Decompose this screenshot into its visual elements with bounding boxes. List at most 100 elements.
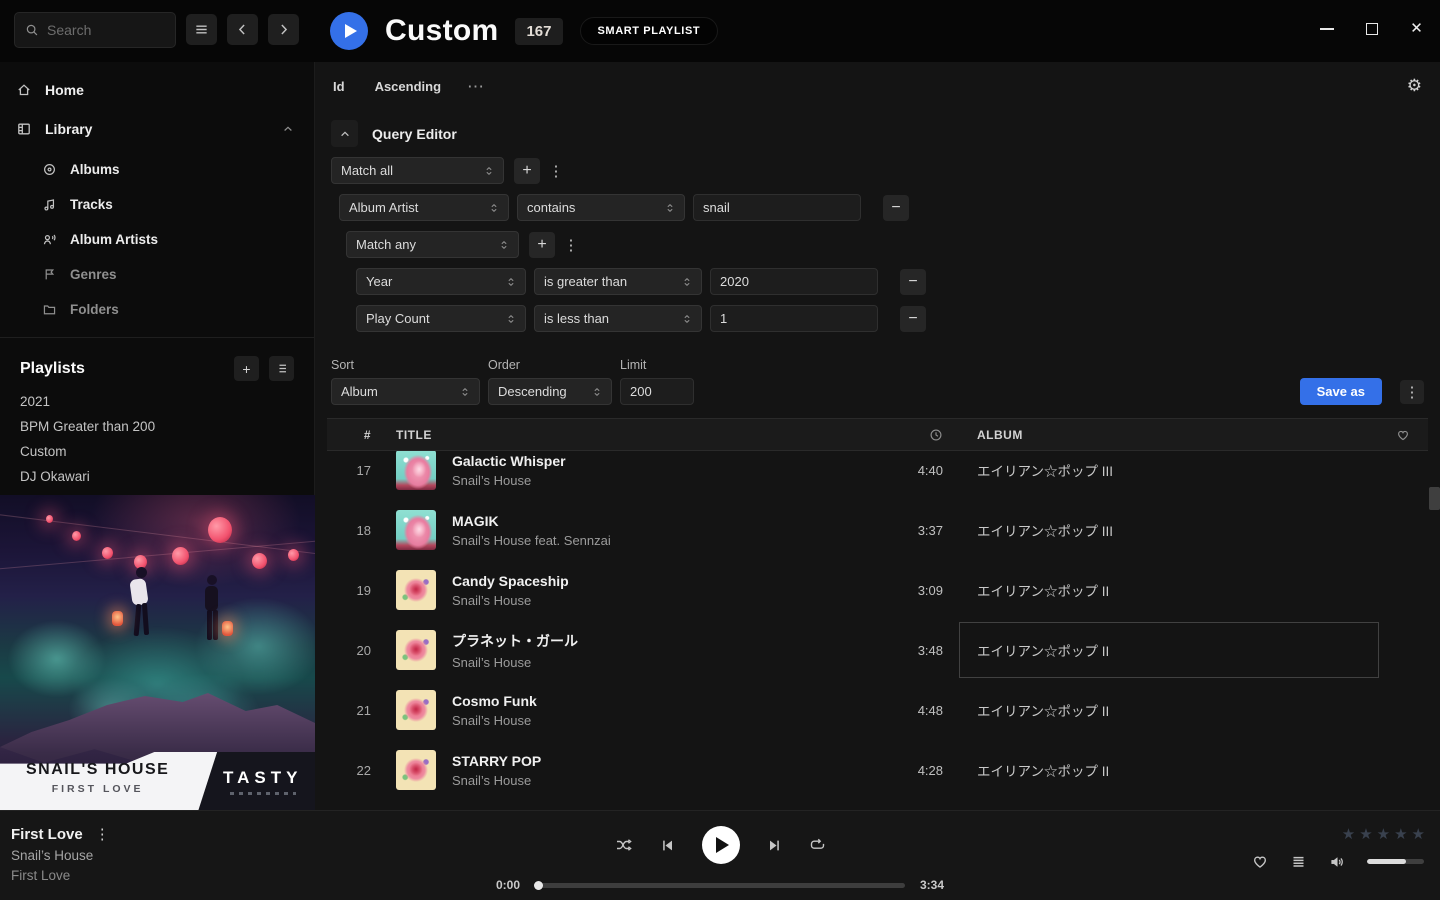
nav-back-button[interactable]: [227, 14, 258, 45]
playlist-item[interactable]: 2021: [0, 389, 314, 414]
menu-button[interactable]: [186, 14, 217, 45]
remove-rule-button[interactable]: −: [900, 306, 926, 332]
add-playlist-button[interactable]: +: [234, 356, 259, 381]
track-artist[interactable]: Snail’s House: [452, 473, 566, 488]
select-caret-icon: [682, 276, 692, 288]
sort-field-button[interactable]: Id: [333, 79, 345, 94]
playlist-list-button[interactable]: [269, 356, 294, 381]
more-options-button[interactable]: ⋯: [467, 78, 484, 95]
track-row[interactable]: 20 プラネット・ガール Snail’s House 3:48 エイリアン☆ポッ…: [327, 620, 1428, 680]
track-artist[interactable]: Snail’s House: [452, 773, 541, 788]
queue-button[interactable]: [1290, 854, 1307, 870]
play-playlist-button[interactable]: [330, 12, 368, 50]
rule-value-input[interactable]: [710, 305, 878, 332]
kebab-icon: ⋮: [1405, 383, 1420, 401]
track-title: MAGIK: [452, 513, 611, 529]
track-row[interactable]: 18 MAGIK Snail’s House feat. Sennzai 3:3…: [327, 500, 1428, 560]
column-header-title[interactable]: TITLE: [379, 428, 889, 442]
rule-operator-select[interactable]: is greater than: [534, 268, 702, 295]
match-type-select[interactable]: Match all: [331, 157, 504, 184]
column-header-favorite[interactable]: [1379, 428, 1427, 442]
track-artist[interactable]: Snail’s House: [452, 593, 569, 608]
track-artist[interactable]: Snail’s House: [452, 655, 578, 670]
group-menu-button[interactable]: ⋮: [548, 162, 564, 180]
volume-icon[interactable]: [1328, 854, 1346, 870]
volume-slider[interactable]: [1367, 859, 1424, 864]
save-as-button[interactable]: Save as: [1300, 378, 1382, 405]
now-playing-menu-button[interactable]: ⋮: [95, 825, 110, 843]
search-box[interactable]: [14, 12, 176, 48]
column-header-album[interactable]: ALBUM: [959, 428, 1379, 442]
close-button[interactable]: ✕: [1409, 21, 1424, 36]
rule-operator-select[interactable]: contains: [517, 194, 685, 221]
sidebar-item-folders[interactable]: Folders: [0, 292, 314, 327]
player-controls: 0:00 3:34: [400, 811, 1040, 900]
track-album-focused-cell[interactable]: エイリアン☆ポップ II: [959, 622, 1379, 678]
track-album[interactable]: エイリアン☆ポップ II: [959, 562, 1379, 618]
remove-rule-button[interactable]: −: [883, 195, 909, 221]
track-album[interactable]: エイリアン☆ポップ III: [959, 502, 1379, 558]
column-header-index[interactable]: #: [327, 428, 379, 442]
sidebar-item-album-artists[interactable]: Album Artists: [0, 222, 314, 257]
sidebar-item-home[interactable]: Home: [0, 70, 314, 109]
sidebar-item-albums[interactable]: Albums: [0, 152, 314, 187]
favorite-button[interactable]: [1251, 853, 1269, 870]
search-input[interactable]: [47, 22, 157, 38]
nav-forward-button[interactable]: [268, 14, 299, 45]
rule-field-select[interactable]: Play Count: [356, 305, 526, 332]
order-select[interactable]: Descending: [488, 378, 612, 405]
collapse-query-editor-button[interactable]: [331, 120, 358, 147]
seek-thumb[interactable]: [534, 881, 543, 890]
play-pause-button[interactable]: [702, 826, 740, 864]
sidebar-item-tracks[interactable]: Tracks: [0, 187, 314, 222]
rule-value-input[interactable]: [693, 194, 861, 221]
playlist-item[interactable]: Custom: [0, 439, 314, 464]
track-album[interactable]: エイリアン☆ポップ II: [959, 742, 1379, 798]
folder-icon: [42, 302, 57, 317]
now-playing-album[interactable]: First Love: [11, 868, 400, 883]
maximize-button[interactable]: [1364, 21, 1379, 36]
rule-field-select[interactable]: Year: [356, 268, 526, 295]
track-album[interactable]: エイリアン☆ポップ II: [959, 682, 1379, 738]
minimize-button[interactable]: [1319, 21, 1334, 36]
sort-direction-button[interactable]: Ascending: [375, 79, 441, 94]
rating-star-icon[interactable]: ★: [1359, 825, 1372, 843]
match-type-select[interactable]: Match any: [346, 231, 519, 258]
playlist-item[interactable]: DJ Okawari: [0, 464, 314, 489]
save-menu-button[interactable]: ⋮: [1400, 380, 1424, 404]
rating-star-icon[interactable]: ★: [1412, 825, 1425, 843]
repeat-button[interactable]: [809, 838, 826, 853]
track-row[interactable]: 22 STARRY POP Snail’s House 4:28 エイリアン☆ポ…: [327, 740, 1428, 800]
group-menu-button[interactable]: ⋮: [563, 236, 579, 254]
remove-rule-button[interactable]: −: [900, 269, 926, 295]
sidebar-item-genres[interactable]: Genres: [0, 257, 314, 292]
rule-field-select[interactable]: Album Artist: [339, 194, 509, 221]
track-artist[interactable]: Snail’s House feat. Sennzai: [452, 533, 611, 548]
track-album[interactable]: エイリアン☆ポップ III: [959, 451, 1379, 498]
sidebar-item-library[interactable]: Library: [0, 109, 314, 148]
column-header-duration[interactable]: [889, 428, 959, 442]
rating-star-icon[interactable]: ★: [1377, 825, 1390, 843]
rule-value-input[interactable]: [710, 268, 878, 295]
sort-select[interactable]: Album: [331, 378, 480, 405]
rating-stars[interactable]: ★ ★ ★ ★ ★: [1342, 825, 1425, 843]
playlist-item[interactable]: BPM Greater than 200: [0, 414, 314, 439]
previous-button[interactable]: [660, 838, 675, 853]
shuffle-button[interactable]: [615, 837, 633, 853]
track-row[interactable]: 19 Candy Spaceship Snail’s House 3:09 エイ…: [327, 560, 1428, 620]
add-rule-button[interactable]: +: [529, 232, 555, 258]
now-playing-artist[interactable]: Snail’s House: [11, 848, 400, 863]
limit-input[interactable]: [620, 378, 694, 405]
add-rule-button[interactable]: +: [514, 158, 540, 184]
rule-operator-select[interactable]: is less than: [534, 305, 702, 332]
track-row[interactable]: 21 Cosmo Funk Snail’s House 4:48 エイリアン☆ポ…: [327, 680, 1428, 740]
track-row[interactable]: 17 Galactic Whisper Snail’s House 4:40 エ…: [327, 451, 1428, 500]
next-button[interactable]: [767, 838, 782, 853]
track-artist[interactable]: Snail’s House: [452, 713, 537, 728]
scrollbar-thumb[interactable]: [1429, 487, 1440, 510]
rating-star-icon[interactable]: ★: [1342, 825, 1355, 843]
seek-bar[interactable]: [535, 883, 905, 888]
chevron-up-icon[interactable]: [282, 123, 294, 135]
gear-icon[interactable]: ⚙: [1407, 76, 1422, 96]
rating-star-icon[interactable]: ★: [1394, 825, 1407, 843]
